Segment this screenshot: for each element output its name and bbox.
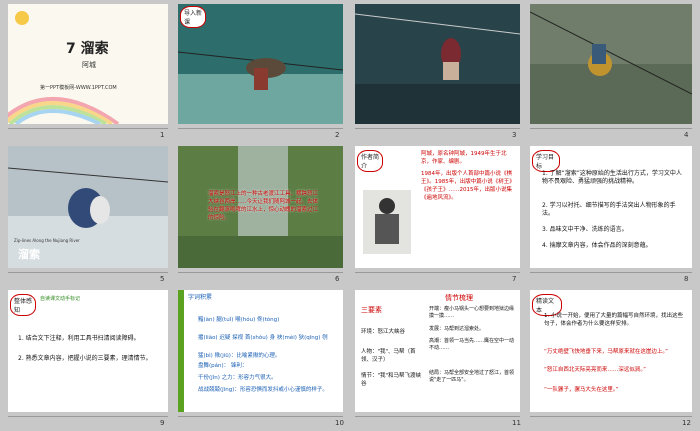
slide-number: 2 — [335, 131, 340, 139]
divider — [355, 128, 520, 129]
slide-number: 11 — [512, 419, 521, 427]
slide-number: 9 — [160, 419, 165, 427]
plot-line-2: 发展：马帮到达溜索处。 — [429, 326, 485, 332]
canyon-photo — [355, 4, 520, 124]
elements-head: 三要素 — [361, 306, 382, 314]
slide-number: 5 — [160, 275, 165, 283]
slide-number: 1 — [160, 131, 165, 139]
slide-9[interactable]: 整体感知 自读课文动手标记 1. 结合文下注释，利用工具书扫清阅读障碍。 2. … — [8, 290, 168, 412]
divider — [530, 272, 692, 273]
divider — [8, 416, 168, 417]
slide-8[interactable]: 学习目标 1. 了解“溜索”这种原始的生活出行方式，学习文中人物不畏艰险、勇猛顽… — [530, 146, 692, 268]
slide-footer: 第一PPT模板网-WWW.1PPT.COM — [40, 85, 117, 91]
overview-item-2: 2. 熟悉文章内容，把握小说的三要素，理清情节。 — [18, 355, 152, 362]
slide-number: 12 — [682, 419, 691, 427]
reading-question: 1. 小说一开始，便用了大量的篇幅写自然环境，找出这些句子，体会作者为什么要这样… — [544, 313, 683, 327]
slide-small-caption: Zip-lines Along the Nujiang River — [14, 238, 80, 243]
accent-bar — [178, 290, 184, 412]
vocab-line-5: 千份(jǐn) 之力：形容力气很大。 — [198, 375, 277, 381]
slide-12[interactable]: 精读文本 1. 小说一开始，便用了大量的篇幅写自然环境，找出这些句子，体会作者为… — [530, 290, 692, 412]
goal-item-3: 3. 品味文中干净、洗练的语言。 — [542, 226, 628, 233]
author-photo — [363, 190, 411, 254]
elements-plot: 情节："我"和马帮飞渡峡谷 — [361, 373, 422, 387]
divider — [355, 416, 520, 417]
divider — [178, 128, 343, 129]
slide-author: 阿城 — [82, 61, 96, 69]
tag-goals: 学习目标 — [532, 150, 560, 172]
slide-10[interactable]: 字词积累 黯(àn) 腿(tuǐ) 喉(hóu) 佟(tóng) 撂(liào)… — [178, 290, 343, 412]
divider — [8, 272, 168, 273]
reading-quote-1: “万丈绝壁飞快地垂下来，马帮原来就在这崖边上。” — [544, 349, 668, 355]
slide-6[interactable]: 溜索是怒江上的一种古老渡江工具，横跨怒江大峡谷两岸……今天让我们随阿城一起，去体… — [178, 146, 343, 268]
author-head: 阿城，原名钟阿城，1949年生于北京，作家、编剧。 — [421, 151, 507, 165]
overview-item-1: 1. 结合文下注释，利用工具书扫清阅读障碍。 — [18, 335, 140, 342]
divider — [355, 272, 520, 273]
divider — [8, 128, 168, 129]
vocab-line-4: 盘舞(pán)： 锋利： — [198, 363, 248, 369]
slide-7[interactable]: 作者简介 阿城，原名钟阿城，1949年生于北京，作家、编剧。 1984年，出版个… — [355, 146, 520, 268]
slide-number: 4 — [684, 131, 689, 139]
vocab-line-6: 战战兢兢(jīng)：形容恐惧而发抖或小心谨慎的样子。 — [198, 387, 328, 393]
tag-author: 作者简介 — [357, 150, 383, 172]
vocab-line-2: 撂(liào) 迟疑 探视 首(shǒu) 身 袂(mèi) 狄(qīng) 刎 — [198, 335, 328, 341]
slide-number: 8 — [684, 275, 689, 283]
elements-env: 环境：怒江大峡谷 — [361, 329, 406, 335]
plot-line-4: 结局：马帮全部安全地过了怒江，首领说"走了一匹马"。 — [429, 370, 515, 383]
slide-4[interactable] — [530, 4, 692, 124]
slide-2[interactable]: 导入新课 — [178, 4, 343, 124]
plot-line-1: 开端：瘦小马锅头一心想要到地狱边缘摸一摸…… — [429, 306, 515, 319]
divider — [530, 416, 692, 417]
reading-quote-2: “怒江自西北天际亮亮而来……深远似涧。” — [544, 367, 646, 373]
goal-item-4: 4. 揣摩文章内容，体会作品的深刻意蕴。 — [542, 242, 652, 249]
slide-number: 7 — [512, 275, 517, 283]
slide-subtitle: 自读课文动手标记 — [40, 296, 81, 302]
plot-head: 情节梳理 — [445, 294, 473, 302]
vocab-title: 字词积累 — [188, 294, 213, 301]
vocab-line-1: 黯(àn) 腿(tuǐ) 喉(hóu) 佟(tóng) — [198, 317, 280, 323]
tag-overview: 整体感知 — [10, 294, 36, 316]
tag-intro: 导入新课 — [180, 6, 206, 28]
divider — [178, 272, 343, 273]
slide-3[interactable] — [355, 4, 520, 124]
author-body: 1984年，出版个人首部中篇小说《棋王》。1985年，出版中篇小说《树王》《孩子… — [421, 171, 515, 201]
slide-5[interactable]: Zip-lines Along the Nujiang River 溜索 — [8, 146, 168, 268]
goal-item-2: 2. 学习以衬托、细节描写的手法突出人物形象的手法。 — [542, 202, 676, 217]
slide-title: 7 溜索 — [66, 41, 109, 57]
goal-item-1: 1. 了解“溜索”这种原始的生活出行方式，学习文中人物不畏艰险、勇猛顽强的挑战精… — [542, 170, 682, 185]
slide-11[interactable]: 三要素 环境：怒江大峡谷 人物："我"、马帮（首领、汉子） 情节："我"和马帮飞… — [355, 290, 520, 412]
slide-1[interactable]: 7 溜索 阿城 第一PPT模板网-WWW.1PPT.COM — [8, 4, 168, 124]
divider — [530, 128, 692, 129]
slide-caption: 溜索 — [18, 248, 40, 261]
plot-line-3: 高潮：首领一马当先……鹰在空中一动不动…… — [429, 338, 515, 351]
divider — [178, 416, 343, 417]
slide-text: 溜索是怒江上的一种古老渡江工具，横跨怒江大峡谷两岸……今天让我们随阿城一起，去体… — [208, 191, 319, 221]
zipline-photo — [530, 4, 692, 124]
reading-quote-3: “一队骡子，骡马大头在这里。” — [544, 387, 619, 393]
vocab-line-3: 猛(bì) 揪(jiū)：比喻紧揪的心理。 — [198, 353, 281, 359]
elements-people: 人物："我"、马帮（首领、汉子） — [361, 349, 416, 363]
slide-number: 3 — [512, 131, 517, 139]
slide-number: 10 — [335, 419, 344, 427]
slide-number: 6 — [335, 275, 340, 283]
